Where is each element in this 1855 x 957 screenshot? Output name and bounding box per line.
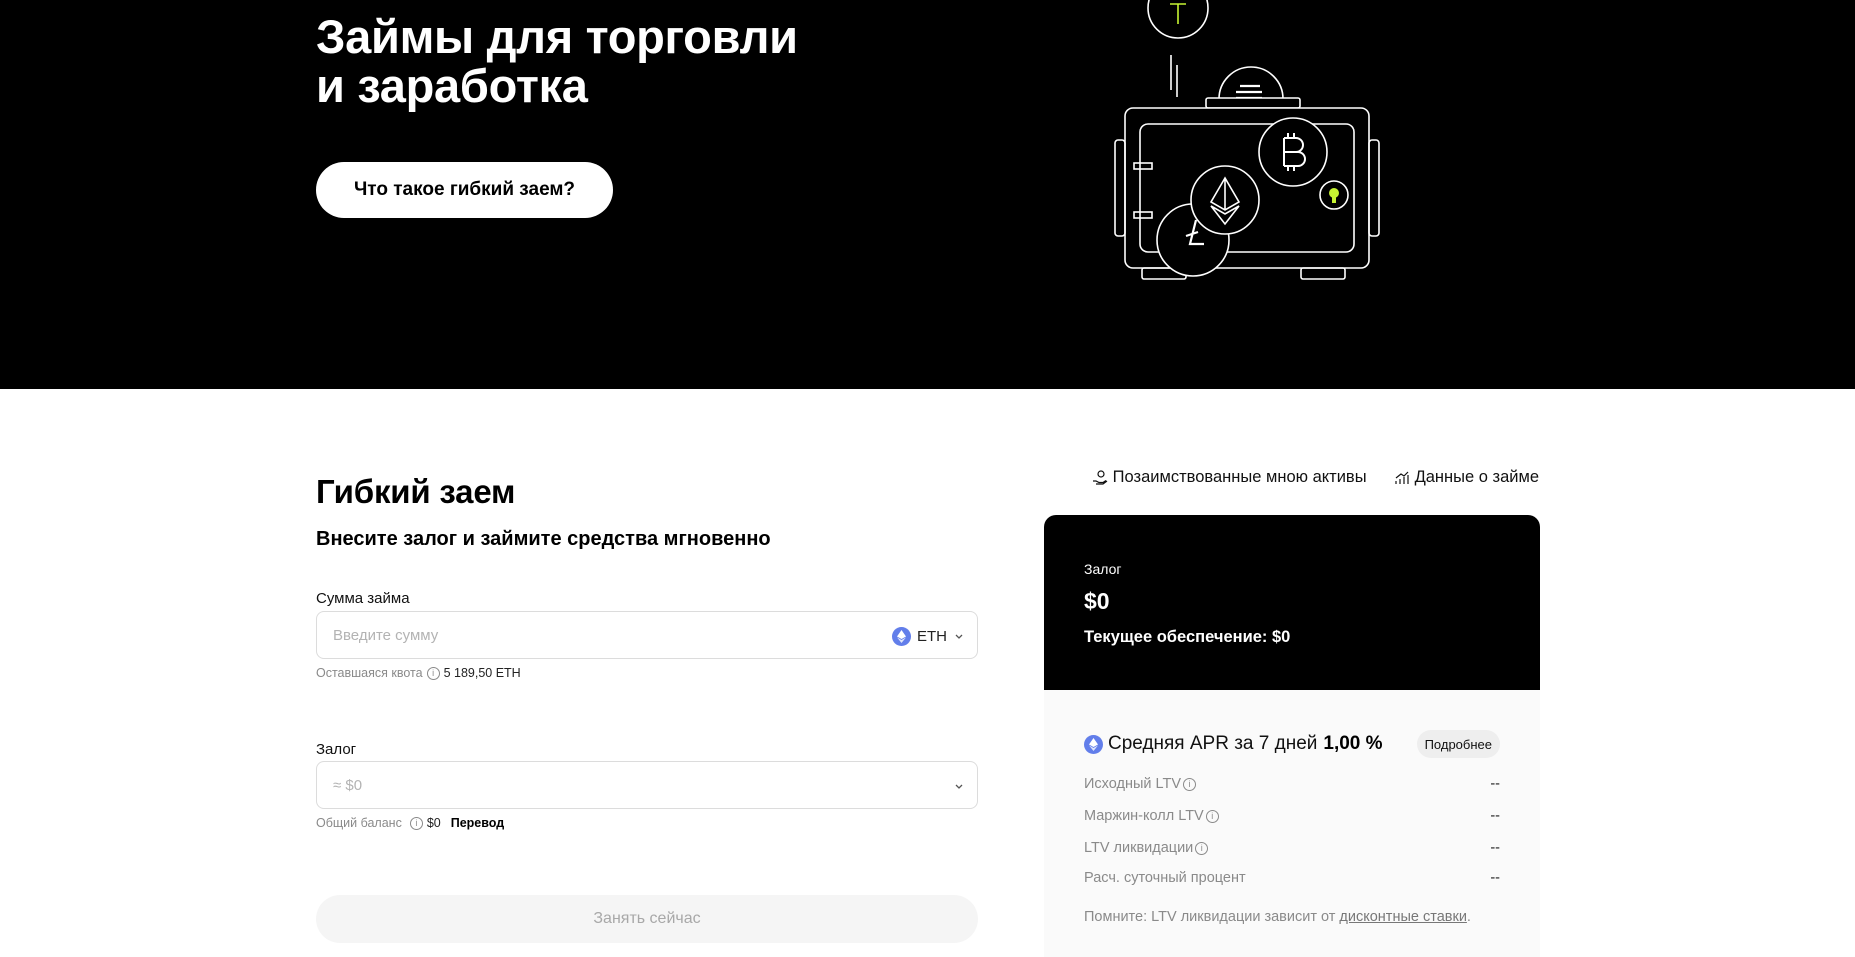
liquidation-note: Помните: LTV ликвидации зависит от диско… [1084,909,1471,925]
stat-label: LTV ликвидации [1084,840,1194,856]
discount-rates-link[interactable]: дисконтные ставки [1339,909,1467,925]
currency-label: ETH [917,627,947,645]
note-prefix: Помните: LTV ликвидации зависит от [1084,909,1340,925]
current-collateral-text: Текущее обеспечение: $0 [1084,628,1291,646]
info-icon[interactable]: i [1183,777,1197,791]
collateral-label: Залог [316,741,357,758]
crypto-safe-illustration-icon [1114,0,1380,280]
more-details-button[interactable]: Подробнее [1416,730,1500,758]
hero-title-line2: и заработка [316,59,588,112]
stat-value: -- [1490,776,1500,792]
apr-value: 1,00 % [1323,733,1383,754]
loan-data-link[interactable]: Данные о займе [1394,468,1539,487]
info-icon[interactable]: i [426,666,440,680]
main-content: Гибкий заем Внесите залог и займите сред… [0,389,1855,957]
collateral-field[interactable] [316,761,978,809]
chevron-down-icon [955,634,963,639]
eth-icon [1084,734,1103,754]
eth-icon [892,626,911,646]
stat-value: -- [1490,840,1500,856]
remaining-quota-label: Оставшаяся квота [316,666,423,680]
loan-data-label: Данные о займе [1414,468,1539,486]
flexible-loan-title: Гибкий заем [316,473,516,510]
total-balance-value: $0 [426,816,441,830]
total-balance-label: Общий баланс [316,816,402,830]
stat-row-initial-ltv: Исходный LTV i -- [1084,774,1500,794]
stat-row-margin-call-ltv: Маржин-колл LTV i -- [1084,806,1500,826]
borrow-now-button[interactable]: Занять сейчас [316,895,978,943]
collateral-dropdown[interactable] [953,774,965,798]
collateral-input[interactable] [333,762,853,808]
stat-value: -- [1490,808,1500,824]
info-icon[interactable]: i [409,816,423,830]
info-icon[interactable]: i [1205,809,1219,823]
loan-amount-label: Сумма займа [316,590,410,607]
loan-amount-input[interactable] [333,612,853,658]
collateral-summary-card: Залог $0 Текущее обеспечение: $0 [1044,515,1540,690]
apr-label: Средняя APR за 7 дней [1108,733,1318,754]
stat-label: Маржин-колл LTV [1084,808,1204,824]
stat-row-liquidation-ltv: LTV ликвидации i -- [1084,838,1500,858]
flexible-loan-subtitle: Внесите залог и займите средства мгновен… [316,528,771,550]
info-icon[interactable]: i [1195,841,1209,855]
stat-label: Расч. суточный процент [1084,870,1246,886]
remaining-quota: Оставшаяся квота i 5 189,50 ETH [316,666,521,680]
hand-coin-icon [1092,469,1108,485]
hero-title-line1: Займы для торговли [316,10,798,63]
stat-value: -- [1490,870,1500,886]
collateral-summary-label: Залог [1084,561,1122,577]
total-balance: Общий баланс i $0 Перевод [316,816,504,830]
transfer-link[interactable]: Перевод [451,816,504,830]
loan-details-card: Средняя APR за 7 дней 1,00 % Подробнее И… [1044,690,1540,957]
what-is-flexible-loan-button[interactable]: Что такое гибкий заем? [316,162,613,218]
stat-row-daily-interest: Расч. суточный процент -- [1084,868,1500,888]
note-suffix: . [1466,909,1471,925]
borrowed-assets-link[interactable]: Позаимствованные мною активы [1092,468,1367,487]
borrowed-assets-label: Позаимствованные мною активы [1112,468,1367,486]
hero-banner: Займы для торговли и заработка Что такое… [0,0,1855,389]
currency-selector[interactable]: ETH [892,624,965,648]
collateral-summary-value: $0 [1084,588,1110,614]
loan-top-links: Позаимствованные мною активы Данные о за… [1092,468,1539,487]
loan-amount-field: ETH [316,611,978,659]
chevron-down-icon [955,784,963,789]
hero-title: Займы для торговли и заработка [316,12,836,110]
apr-row: Средняя APR за 7 дней 1,00 % Подробнее [1084,730,1500,758]
chart-icon [1394,471,1409,484]
remaining-quota-value: 5 189,50 ETH [443,666,521,680]
stat-label: Исходный LTV [1084,776,1182,792]
